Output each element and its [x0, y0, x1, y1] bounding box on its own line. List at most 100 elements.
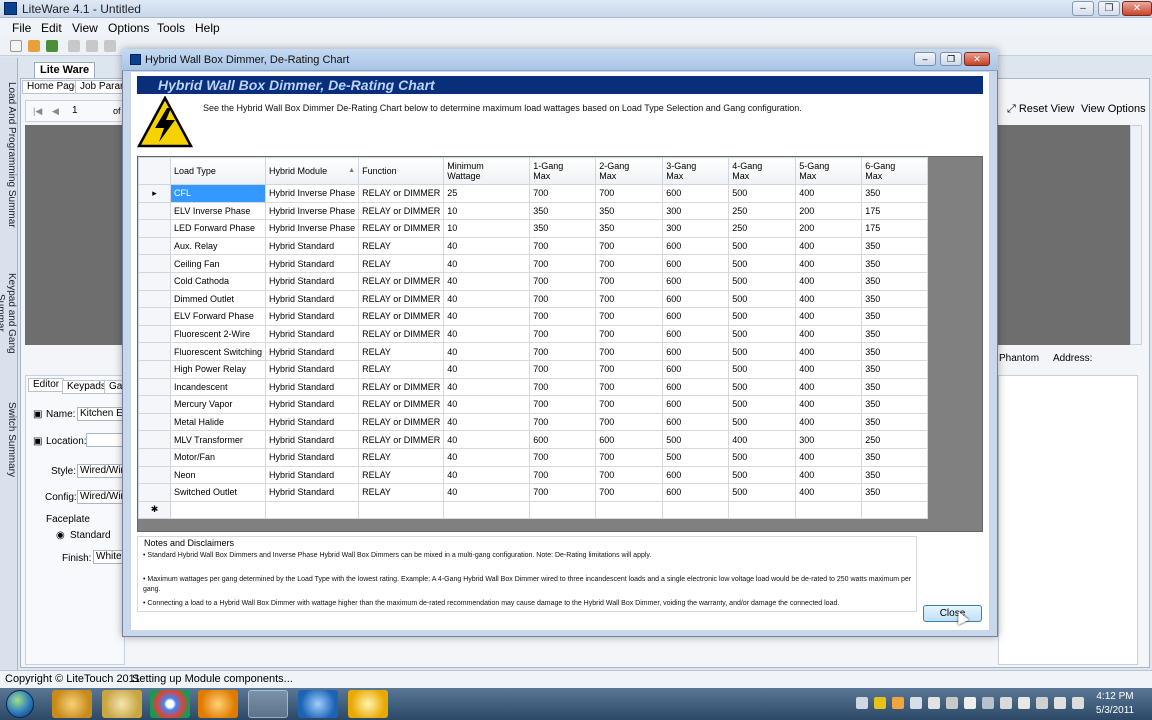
table-cell[interactable]: 500 [728, 447, 797, 467]
tray-icon-3[interactable] [892, 697, 904, 709]
row-header[interactable] [138, 412, 171, 432]
table-cell[interactable]: Hybrid Standard [265, 342, 360, 361]
table-cell[interactable]: 40 [443, 324, 531, 344]
table-cell[interactable]: 500 [728, 271, 797, 291]
table-cell[interactable]: 600 [662, 254, 730, 273]
table-cell[interactable]: 700 [529, 271, 597, 291]
table-cell[interactable]: ELV Inverse Phase [169, 201, 267, 221]
table-cell[interactable]: 700 [529, 412, 597, 432]
table-cell[interactable]: Hybrid Standard [265, 465, 360, 485]
network-icon[interactable] [1072, 697, 1084, 709]
row-header[interactable]: ▸ [138, 184, 171, 203]
table-cell[interactable]: 600 [662, 395, 730, 414]
table-cell[interactable]: RELAY or DIMMER [358, 307, 445, 326]
table-cell[interactable]: Fluorescent Switching [169, 342, 267, 361]
volume-icon[interactable] [1054, 697, 1066, 709]
tray-icon-9[interactable] [1000, 697, 1012, 709]
table-cell[interactable]: 350 [529, 201, 597, 221]
table-cell[interactable]: 700 [529, 254, 597, 273]
column-header-7[interactable]: 4-Gang Max [728, 157, 797, 185]
table-cell[interactable]: RELAY or DIMMER [358, 219, 445, 238]
table-cell[interactable]: 700 [595, 271, 664, 291]
table-cell[interactable]: RELAY or DIMMER [358, 201, 445, 221]
table-cell[interactable]: 350 [861, 342, 929, 361]
table-cell[interactable]: RELAY [358, 465, 445, 485]
table-cell[interactable]: High Power Relay [169, 359, 267, 379]
table-cell[interactable] [443, 500, 531, 520]
table-cell[interactable]: 400 [795, 254, 863, 273]
table-cell[interactable]: 400 [795, 342, 863, 361]
cut-icon[interactable] [68, 40, 80, 52]
table-cell[interactable]: 700 [529, 307, 597, 326]
table-cell[interactable]: 40 [443, 271, 531, 291]
table-cell[interactable]: Hybrid Standard [265, 483, 360, 502]
column-header-8[interactable]: 5-Gang Max [795, 157, 863, 185]
row-header[interactable] [138, 465, 171, 485]
table-cell[interactable]: 500 [728, 289, 797, 309]
table-cell[interactable]: 40 [443, 342, 531, 361]
table-cell[interactable]: Hybrid Standard [265, 271, 360, 291]
menu-tools[interactable]: Tools [157, 21, 185, 35]
table-cell[interactable]: 700 [529, 447, 597, 467]
table-cell[interactable]: 350 [861, 465, 929, 485]
table-cell[interactable]: 350 [861, 254, 929, 273]
taskbar-chrome-icon[interactable] [150, 690, 190, 718]
table-cell[interactable]: 250 [728, 201, 797, 221]
table-cell[interactable]: 400 [795, 184, 863, 203]
taskbar-clock[interactable]: 4:12 PM 5/3/2011 [1090, 690, 1140, 718]
table-cell[interactable]: 350 [595, 201, 664, 221]
table-cell[interactable]: Aux. Relay [169, 236, 267, 256]
menu-help[interactable]: Help [195, 21, 220, 35]
tab-gangs[interactable]: Ga [104, 380, 124, 394]
table-cell[interactable] [728, 500, 797, 520]
table-cell[interactable]: 500 [728, 307, 797, 326]
table-cell[interactable]: 25 [443, 184, 531, 203]
table-cell[interactable] [529, 500, 597, 520]
table-cell[interactable]: 40 [443, 483, 531, 502]
table-cell[interactable]: 250 [861, 430, 929, 449]
table-row[interactable]: Metal Halide Hybrid Standard RELAY or DIMM… [138, 412, 929, 432]
table-cell[interactable]: Incandescent [169, 377, 267, 397]
table-cell[interactable]: 350 [861, 289, 929, 309]
first-page-icon[interactable]: |◀ [33, 106, 42, 117]
table-cell[interactable]: 700 [595, 377, 664, 397]
taskbar-liteware-icon[interactable] [248, 690, 288, 718]
table-cell[interactable]: 400 [795, 447, 863, 467]
table-cell[interactable]: RELAY [358, 447, 445, 467]
table-cell[interactable]: Hybrid Inverse Phase [265, 184, 360, 203]
location-field[interactable] [86, 433, 125, 447]
table-cell[interactable]: RELAY or DIMMER [358, 289, 445, 309]
table-cell[interactable]: 400 [795, 483, 863, 502]
minimize-icon[interactable]: – [1072, 1, 1094, 16]
table-cell[interactable]: 500 [728, 483, 797, 502]
table-row[interactable]: Cold Cathoda Hybrid Standard RELAY or DIMM… [138, 271, 929, 291]
row-header[interactable] [138, 430, 171, 449]
side-tab-load-programming[interactable]: Load And Programming Summar [1, 80, 17, 230]
row-header[interactable] [138, 201, 171, 221]
table-cell[interactable]: RELAY [358, 342, 445, 361]
table-row[interactable]: ELV Forward Phase Hybrid Standard RELAY or… [138, 307, 929, 326]
table-cell[interactable]: 400 [795, 271, 863, 291]
table-cell[interactable]: 700 [529, 395, 597, 414]
table-cell[interactable]: 350 [595, 219, 664, 238]
table-cell[interactable]: 175 [861, 219, 929, 238]
table-cell[interactable]: 350 [861, 483, 929, 502]
table-cell[interactable]: Hybrid Standard [265, 236, 360, 256]
table-cell[interactable] [358, 500, 445, 520]
table-cell[interactable]: 600 [662, 377, 730, 397]
start-button[interactable] [6, 690, 34, 718]
row-header[interactable] [138, 395, 171, 414]
table-cell[interactable]: Hybrid Standard [265, 289, 360, 309]
table-cell[interactable]: Hybrid Standard [265, 395, 360, 414]
table-cell[interactable]: 700 [595, 254, 664, 273]
table-cell[interactable]: 350 [861, 271, 929, 291]
table-cell[interactable] [265, 500, 360, 520]
table-cell[interactable]: 600 [662, 465, 730, 485]
dialog-minimize-icon[interactable]: – [914, 52, 936, 66]
table-cell[interactable]: Hybrid Standard [265, 324, 360, 344]
taskbar-media-player-icon[interactable] [198, 690, 238, 718]
row-header[interactable] [138, 236, 171, 256]
view-options-button[interactable]: View Options [1081, 103, 1146, 115]
table-cell[interactable]: Hybrid Standard [265, 377, 360, 397]
table-cell[interactable]: RELAY or DIMMER [358, 377, 445, 397]
